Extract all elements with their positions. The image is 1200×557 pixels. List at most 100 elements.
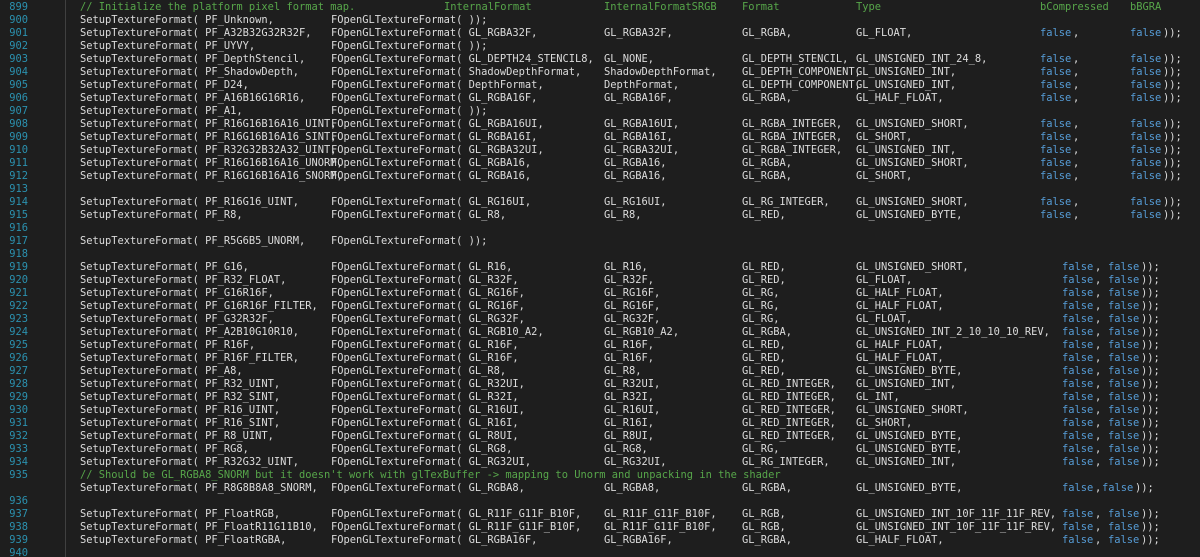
code-token: GL_RED_INTEGER,	[742, 430, 836, 442]
code-line[interactable]: 903 SetupTextureFormat( PF_DepthStencil, F…	[0, 53, 1200, 66]
code-token: GL_R16I,	[604, 417, 655, 429]
code-line[interactable]: 921 SetupTextureFormat( PF_G16R16F, FOpenG…	[0, 287, 1200, 300]
code-line[interactable]: SetupTextureFormat( PF_R8G8B8A8_SNORM, FO…	[0, 482, 1200, 495]
code-token: SetupTextureFormat( PF_G16,	[80, 261, 249, 273]
code-token: GL_NONE,	[604, 53, 655, 65]
code-line[interactable]: 938 SetupTextureFormat( PF_FloatR11G11B10…	[0, 521, 1200, 534]
code-keyword: false	[1130, 66, 1162, 78]
code-line[interactable]: 911 SetupTextureFormat( PF_R16G16B16A16_U…	[0, 157, 1200, 170]
code-token: FOpenGLTextureFormat( GL_R16UI,	[331, 404, 525, 416]
code-token: ));	[1141, 300, 1160, 312]
code-line[interactable]: 931 SetupTextureFormat( PF_R16_SINT, FOpen…	[0, 417, 1200, 430]
code-token: ,	[1095, 352, 1102, 364]
code-line[interactable]: 924 SetupTextureFormat( PF_A2B10G10R10, FO…	[0, 326, 1200, 339]
code-keyword: false	[1108, 417, 1140, 429]
code-token: ,	[1073, 79, 1080, 91]
code-line[interactable]: 916	[0, 222, 1200, 235]
code-token: GL_RG,	[742, 443, 780, 455]
line-number: 934	[9, 456, 28, 468]
code-line[interactable]: 925 SetupTextureFormat( PF_R16F, FOpenGLTe…	[0, 339, 1200, 352]
code-line[interactable]: 935 // Should be GL_RGBA8_SNORM but it do…	[0, 469, 1200, 482]
code-token: GL_RGB,	[742, 521, 786, 533]
code-token: FOpenGLTextureFormat( GL_RGBA16F,	[331, 92, 538, 104]
code-token: ,	[1095, 534, 1102, 546]
code-line[interactable]: 928 SetupTextureFormat( PF_R32_UINT, FOpen…	[0, 378, 1200, 391]
code-token: ,	[1095, 404, 1102, 416]
code-line[interactable]: 908 SetupTextureFormat( PF_R16G16B16A16_U…	[0, 118, 1200, 131]
line-number: 933	[9, 443, 28, 455]
code-line[interactable]: 902 SetupTextureFormat( PF_UYVY, FOpenGLTe…	[0, 40, 1200, 53]
code-line[interactable]: 915 SetupTextureFormat( PF_R8, FOpenGLText…	[0, 209, 1200, 222]
code-line[interactable]: 934 SetupTextureFormat( PF_R32G32_UINT, FO…	[0, 456, 1200, 469]
line-number: 927	[9, 365, 28, 377]
code-line[interactable]: 927 SetupTextureFormat( PF_A8, FOpenGLText…	[0, 365, 1200, 378]
code-token: FOpenGLTextureFormat( GL_R11F_G11F_B10F,	[331, 508, 582, 520]
code-line[interactable]: 937 SetupTextureFormat( PF_FloatRGB, FOpen…	[0, 508, 1200, 521]
code-line[interactable]: 920 SetupTextureFormat( PF_R32_FLOAT, FOpe…	[0, 274, 1200, 287]
code-line[interactable]: 901 SetupTextureFormat( PF_A32B32G32R32F,…	[0, 27, 1200, 40]
code-keyword: false	[1108, 352, 1140, 364]
code-line[interactable]: 917 SetupTextureFormat( PF_R5G6B5_UNORM, F…	[0, 235, 1200, 248]
code-line[interactable]: 907 SetupTextureFormat( PF_A1, FOpenGLText…	[0, 105, 1200, 118]
code-token: ));	[1163, 118, 1182, 130]
line-number: 905	[9, 79, 28, 91]
line-number: 920	[9, 274, 28, 286]
code-token: SetupTextureFormat( PF_A1,	[80, 105, 243, 117]
code-line[interactable]: 923 SetupTextureFormat( PF_G32R32F, FOpenG…	[0, 313, 1200, 326]
code-token: ));	[1141, 404, 1160, 416]
line-number: 935	[9, 469, 28, 481]
code-keyword: false	[1108, 521, 1140, 533]
code-line[interactable]: 900 SetupTextureFormat( PF_Unknown, FOpenG…	[0, 14, 1200, 27]
code-token: ));	[1141, 378, 1160, 390]
line-number: 907	[9, 105, 28, 117]
code-keyword: false	[1130, 209, 1162, 221]
code-line[interactable]: 913	[0, 183, 1200, 196]
code-keyword: false	[1108, 378, 1140, 390]
code-line[interactable]: 919 SetupTextureFormat( PF_G16, FOpenGLTex…	[0, 261, 1200, 274]
code-line[interactable]: 910 SetupTextureFormat( PF_R32G32B32A32_U…	[0, 144, 1200, 157]
line-number: 924	[9, 326, 28, 338]
code-keyword: false	[1062, 274, 1094, 286]
code-token: FOpenGLTextureFormat( GL_RGBA16,	[331, 157, 532, 169]
code-token: ));	[1141, 287, 1160, 299]
code-keyword: false	[1108, 404, 1140, 416]
code-token: GL_UNSIGNED_INT_24_8,	[856, 53, 988, 65]
code-line[interactable]: 918	[0, 248, 1200, 261]
code-token: FOpenGLTextureFormat( GL_R16F,	[331, 352, 519, 364]
code-line[interactable]: 909 SetupTextureFormat( PF_R16G16B16A16_S…	[0, 131, 1200, 144]
code-keyword: false	[1108, 300, 1140, 312]
code-line[interactable]: 939 SetupTextureFormat( PF_FloatRGBA, FOpe…	[0, 534, 1200, 547]
code-line[interactable]: 899 // Initialize the platform pixel form…	[0, 1, 1200, 14]
code-line[interactable]: 932 SetupTextureFormat( PF_R8_UINT, FOpenG…	[0, 430, 1200, 443]
line-number: 940	[9, 547, 28, 557]
code-token: GL_R32I,	[604, 391, 655, 403]
code-token: GL_R11F_G11F_B10F,	[604, 508, 717, 520]
code-keyword: false	[1130, 144, 1162, 156]
code-line[interactable]: 926 SetupTextureFormat( PF_R16F_FILTER, FO…	[0, 352, 1200, 365]
code-token: FOpenGLTextureFormat( ));	[331, 40, 488, 52]
code-editor[interactable]: 899 // Initialize the platform pixel form…	[0, 0, 1200, 557]
line-number: 922	[9, 300, 28, 312]
code-keyword: false	[1130, 118, 1162, 130]
code-line[interactable]: 914 SetupTextureFormat( PF_R16G16_UINT, FO…	[0, 196, 1200, 209]
code-line[interactable]: 905 SetupTextureFormat( PF_D24, FOpenGLTex…	[0, 79, 1200, 92]
code-token: SetupTextureFormat( PF_G16R16F,	[80, 287, 274, 299]
code-line[interactable]: 933 SetupTextureFormat( PF_RG8, FOpenGLTex…	[0, 443, 1200, 456]
code-line[interactable]: 930 SetupTextureFormat( PF_R16_UINT, FOpen…	[0, 404, 1200, 417]
code-line[interactable]: 929 SetupTextureFormat( PF_R32_SINT, FOpen…	[0, 391, 1200, 404]
code-keyword: false	[1062, 508, 1094, 520]
code-line[interactable]: 912 SetupTextureFormat( PF_R16G16B16A16_S…	[0, 170, 1200, 183]
code-token: GL_UNSIGNED_INT,	[856, 378, 957, 390]
line-number: 914	[9, 196, 28, 208]
code-line[interactable]: 936	[0, 495, 1200, 508]
code-line[interactable]: 940	[0, 547, 1200, 557]
code-line[interactable]: 906 SetupTextureFormat( PF_A16B16G16R16, F…	[0, 92, 1200, 105]
code-token: SetupTextureFormat( PF_FloatR11G11B10,	[80, 521, 318, 533]
code-comment: InternalFormatSRGB	[604, 1, 717, 13]
code-keyword: false	[1062, 326, 1094, 338]
code-token: ,	[1095, 300, 1102, 312]
code-token: DepthFormat,	[604, 79, 680, 91]
code-token: GL_RGBA,	[742, 170, 793, 182]
code-line[interactable]: 922 SetupTextureFormat( PF_G16R16F_FILTER…	[0, 300, 1200, 313]
code-line[interactable]: 904 SetupTextureFormat( PF_ShadowDepth, FO…	[0, 66, 1200, 79]
